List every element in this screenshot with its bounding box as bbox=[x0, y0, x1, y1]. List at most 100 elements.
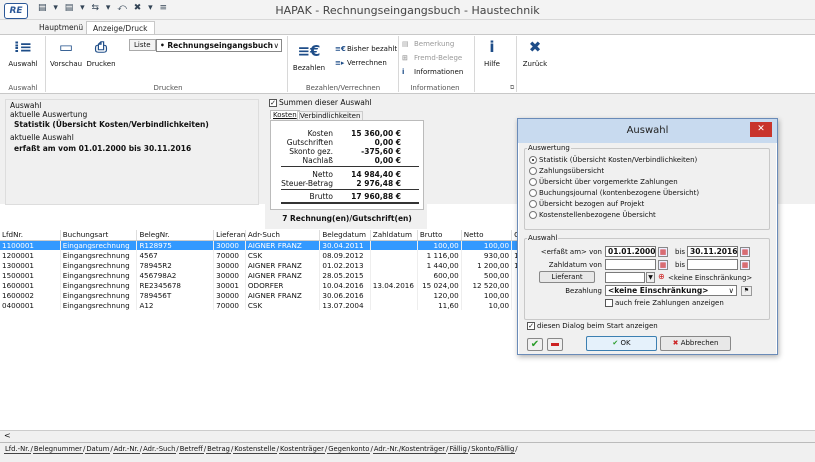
sort-tab[interactable]: Betreff bbox=[178, 444, 204, 454]
bezahlung-select[interactable]: <keine Einschränkung> ∨ bbox=[605, 285, 737, 296]
sort-tab[interactable]: Belegnummer bbox=[32, 444, 83, 454]
zahldatum-von-input[interactable] bbox=[605, 259, 656, 270]
lieferant-input[interactable] bbox=[605, 272, 645, 283]
erfasst-bis-input[interactable]: 30.11.2016 bbox=[687, 246, 738, 257]
erfasst-von-input[interactable]: 01.01.2000 bbox=[605, 246, 656, 257]
abbrechen-button[interactable]: ✖ Abbrechen bbox=[660, 336, 731, 351]
check-green-icon[interactable]: ✔ bbox=[527, 338, 543, 351]
sum-label-steuer: Steuer-Betrag bbox=[281, 179, 333, 188]
radio-label: Übersicht über vorgemerkte Zahlungen bbox=[539, 178, 678, 186]
calendar-icon[interactable]: ▦ bbox=[658, 260, 668, 270]
table-cell: 70000 bbox=[213, 250, 246, 260]
minus-red-icon[interactable] bbox=[547, 338, 563, 351]
radio-statistik[interactable]: Statistik (Übersicht Kosten/Verbindlichk… bbox=[529, 156, 697, 164]
group-label-auswahl: Auswahl bbox=[8, 84, 38, 92]
column-header[interactable]: Belegdatum bbox=[319, 230, 371, 241]
auswahl-button[interactable]: ⁞≡ Auswahl bbox=[6, 38, 40, 68]
lieferant-dropdown-icon[interactable]: ▼ bbox=[646, 272, 655, 283]
column-header[interactable]: LfdNr. bbox=[0, 230, 61, 241]
panel-header: Auswahl bbox=[10, 101, 42, 110]
vorschau-button[interactable]: ▭ Vorschau bbox=[50, 38, 82, 68]
sort-tab[interactable]: Lfd.-Nr. bbox=[4, 444, 31, 454]
report-select[interactable]: • Rechnungseingangsbuch ∨ bbox=[156, 39, 282, 52]
tab-verbindlichkeiten[interactable]: Verbindlichkeiten bbox=[297, 111, 364, 120]
sort-tab[interactable]: Kostenstelle bbox=[233, 444, 277, 454]
column-header[interactable]: Buchungsart bbox=[60, 230, 138, 241]
column-header[interactable]: Brutto bbox=[417, 230, 462, 241]
sort-tab-strip: Lfd.-Nr./Belegnummer/Datum/Adr.-Nr./Adr.… bbox=[0, 443, 815, 454]
liste-button[interactable]: Liste bbox=[129, 39, 156, 51]
note-icon: ▤ bbox=[402, 40, 409, 48]
start-dialog-checkbox[interactable]: ✓ diesen Dialog beim Start anzeigen bbox=[527, 322, 658, 330]
dialog-launcher-icon[interactable]: ⧉ bbox=[510, 84, 514, 92]
table-header-row: LfdNr. Buchungsart BelegNr. Lieferant Adr-Su… bbox=[0, 230, 545, 241]
ok-button[interactable]: ✔ OK bbox=[586, 336, 657, 351]
sort-tab[interactable]: Gegenkonto bbox=[327, 444, 371, 454]
table-row[interactable]: 0400001 Eingangsrechnung A12 70000 CSK 13.07.… bbox=[0, 300, 545, 310]
radio-buchungsjournal[interactable]: Buchungsjournal (kontenbezogene Übersich… bbox=[529, 189, 699, 197]
radio-icon bbox=[529, 211, 537, 219]
sort-tab[interactable]: Kostenträger bbox=[278, 444, 325, 454]
table-cell: RE2345678 bbox=[136, 280, 215, 290]
dialog-close-button[interactable]: ✕ bbox=[750, 122, 772, 137]
tab-hauptmenue[interactable]: Hauptmenü bbox=[33, 21, 89, 35]
group-divider bbox=[474, 36, 475, 92]
bemerkung-button[interactable]: ▤ Bemerkung bbox=[402, 40, 454, 48]
erfasst-label: <erfaßt am> von bbox=[540, 248, 602, 256]
summen-checkbox[interactable]: ✓ Summen dieser Auswahl bbox=[269, 98, 372, 107]
freie-zahlungen-checkbox[interactable]: auch freie Zahlungen anzeigen bbox=[605, 299, 724, 307]
zahldatum-bis-input[interactable] bbox=[687, 259, 738, 270]
column-header[interactable]: BelegNr. bbox=[136, 230, 215, 241]
tab-kosten[interactable]: Kosten bbox=[270, 110, 300, 119]
table-cell: 30000 bbox=[213, 290, 246, 300]
table-row[interactable]: 1100001 Eingangsrechnung R128975 30000 AIGNE… bbox=[0, 240, 545, 250]
fremd-belege-button[interactable]: ⊞ Fremd-Belege bbox=[402, 54, 462, 62]
table-cell bbox=[370, 260, 418, 270]
radio-kostenstelle[interactable]: Kostenstellenbezogene Übersicht bbox=[529, 211, 656, 219]
informationen-button[interactable]: i Informationen bbox=[402, 68, 463, 76]
table-cell: 30000 bbox=[213, 270, 246, 280]
column-header[interactable]: Lieferant bbox=[213, 230, 246, 241]
pay-euro-icon: ≡€ bbox=[297, 42, 321, 60]
bezahlen-button[interactable]: ≡€ Bezahlen bbox=[291, 38, 327, 72]
table-row[interactable]: 1600002 Eingangsrechnung 789456T 30000 AIGNE… bbox=[0, 290, 545, 300]
table-cell bbox=[370, 270, 418, 280]
table-row[interactable]: 1500001 Eingangsrechnung 456798A2 30000 AIGN… bbox=[0, 270, 545, 280]
column-header[interactable]: Adr-Such bbox=[245, 230, 321, 241]
tab-anzeige-druck[interactable]: Anzeige/Druck bbox=[86, 21, 155, 35]
lieferant-button[interactable]: Lieferant bbox=[539, 271, 595, 283]
close-x-icon: ✖ bbox=[528, 38, 542, 56]
radio-projekt[interactable]: Übersicht bezogen auf Projekt bbox=[529, 200, 644, 208]
sort-tab[interactable]: Adr.-Such bbox=[142, 444, 177, 454]
checkbox-checked-icon: ✓ bbox=[269, 99, 277, 107]
hilfe-button[interactable]: i Hilfe bbox=[479, 38, 505, 68]
sort-tab[interactable]: Adr.-Nr./Kostenträger bbox=[372, 444, 447, 454]
calendar-icon[interactable]: ▦ bbox=[658, 247, 668, 257]
sort-tab[interactable]: Skonto/Fällig bbox=[470, 444, 516, 454]
sort-tab[interactable]: Fällig bbox=[448, 444, 468, 454]
hilfe-label: Hilfe bbox=[484, 60, 500, 68]
calendar-icon[interactable]: ▦ bbox=[740, 260, 750, 270]
scroll-left-icon[interactable]: < bbox=[4, 431, 11, 440]
drucken-button[interactable]: ⎙ Drucken bbox=[86, 38, 116, 68]
radio-vorgemerkte-zahlungen[interactable]: Übersicht über vorgemerkte Zahlungen bbox=[529, 178, 678, 186]
current-selection-label: aktuelle Auswahl bbox=[10, 133, 74, 142]
check-green-icon: ✔ bbox=[612, 339, 619, 347]
sort-tab[interactable]: Betrag bbox=[206, 444, 231, 454]
calendar-icon[interactable]: ▦ bbox=[740, 247, 750, 257]
bisher-bezahlt-button[interactable]: ≡€Bisher bezahlt bbox=[335, 45, 397, 53]
horizontal-scrollbar[interactable]: < bbox=[0, 430, 815, 442]
filter-pin-icon[interactable]: ⚑ bbox=[741, 286, 752, 296]
zurueck-button[interactable]: ✖ Zurück bbox=[520, 38, 550, 68]
add-circle-icon[interactable]: ⊕ bbox=[658, 272, 665, 281]
chevron-down-icon: ∨ bbox=[728, 286, 735, 295]
table-row[interactable]: 1200001 Eingangsrechnung 4567 70000 CSK 08.09… bbox=[0, 250, 545, 260]
column-header[interactable]: Netto bbox=[461, 230, 513, 241]
sort-tab[interactable]: Datum bbox=[85, 444, 111, 454]
table-row[interactable]: 1300001 Eingangsrechnung 78945R2 30000 AIGNE… bbox=[0, 260, 545, 270]
sort-tab[interactable]: Adr.-Nr. bbox=[112, 444, 140, 454]
verrechnen-button[interactable]: ≡▸ Verrechnen bbox=[335, 59, 387, 67]
radio-zahlungsuebersicht[interactable]: Zahlungsübersicht bbox=[529, 167, 604, 175]
column-header[interactable]: Zahldatum bbox=[370, 230, 418, 241]
table-row[interactable]: 1600001 Eingangsrechnung RE2345678 30001 ODO… bbox=[0, 280, 545, 290]
